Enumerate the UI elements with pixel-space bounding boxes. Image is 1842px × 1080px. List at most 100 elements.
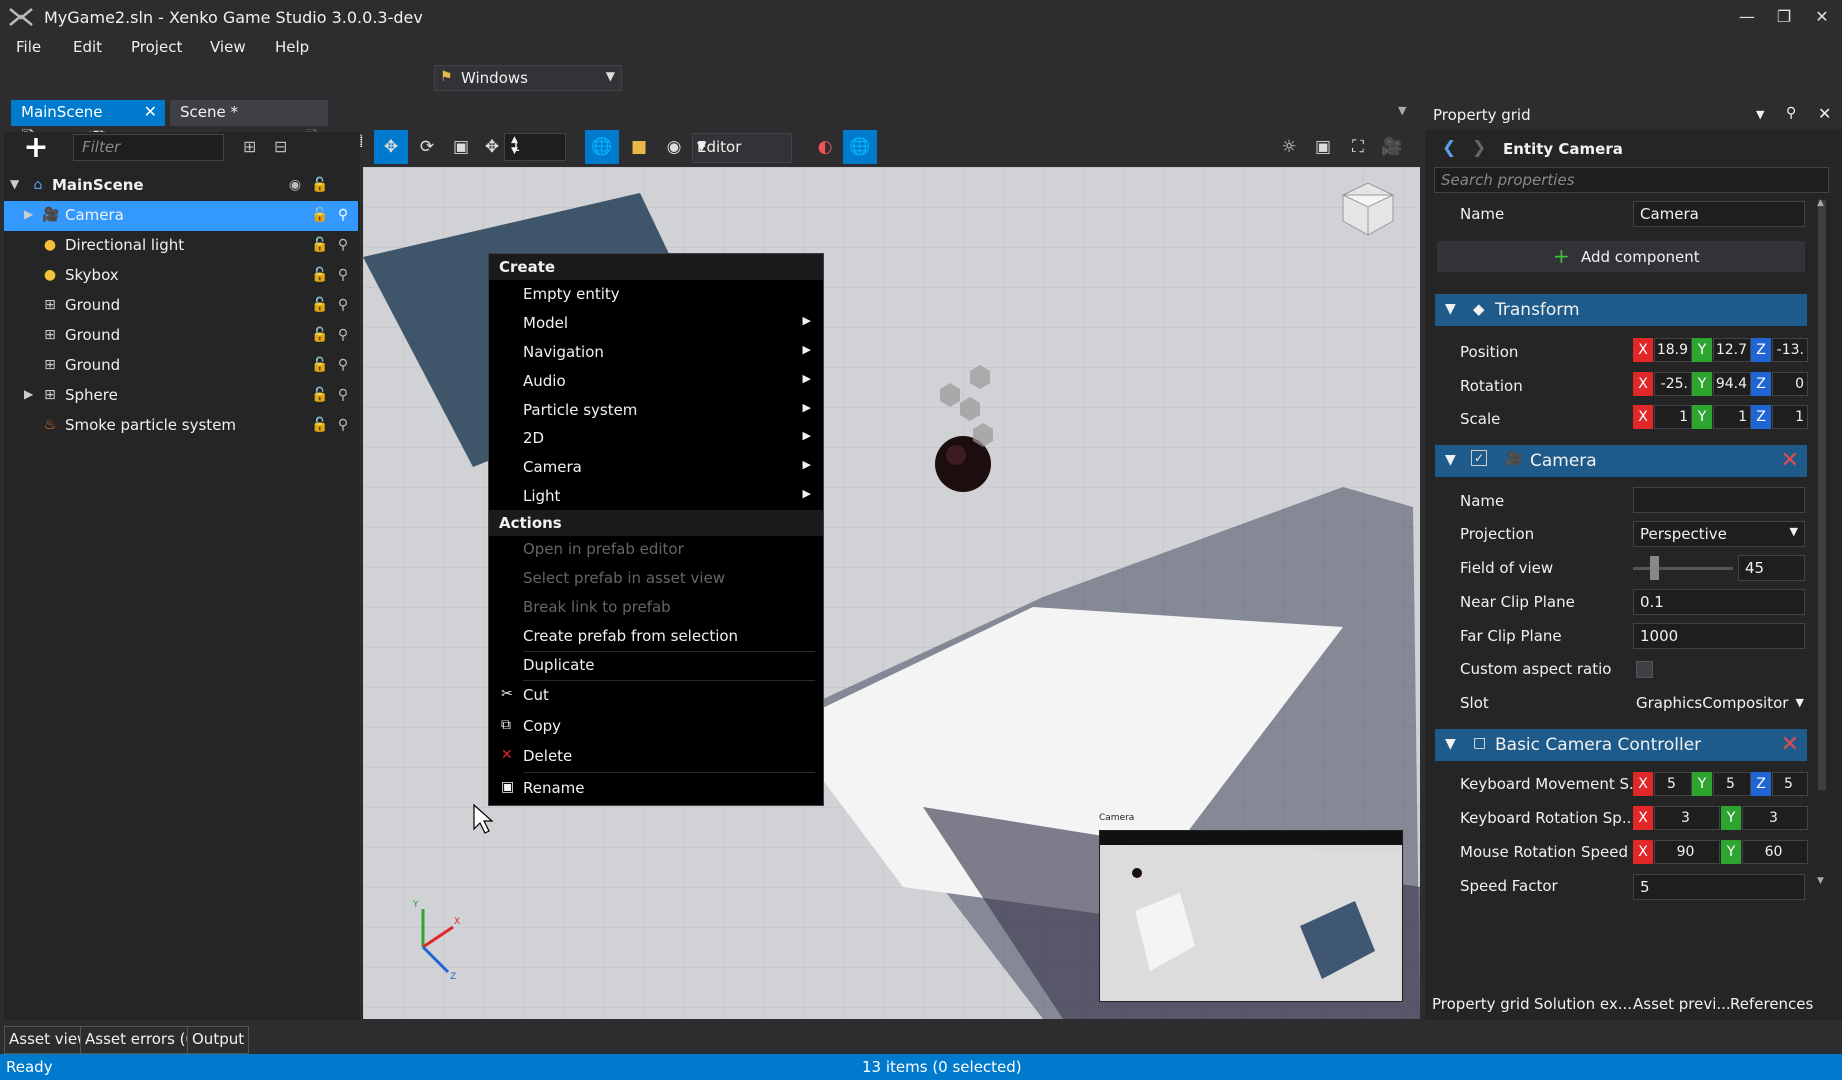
- menu-item-light[interactable]: Light ▶: [489, 484, 823, 510]
- camera-name-input[interactable]: [1633, 487, 1805, 513]
- tree-item-sphere[interactable]: ▶ ⊞ Sphere 🔓 ⚲: [4, 381, 358, 411]
- lock-icon[interactable]: 🔓: [311, 356, 329, 374]
- property-grid-scrollbar[interactable]: [1818, 200, 1826, 790]
- world-space-icon[interactable]: 🌐: [585, 130, 619, 164]
- search-icon[interactable]: ⚲: [334, 386, 352, 404]
- filter-input[interactable]: Filter: [73, 134, 224, 161]
- collapse-all-icon[interactable]: ⊟: [274, 137, 287, 156]
- menu-item-cut[interactable]: ✂ Cut: [489, 683, 823, 709]
- search-icon[interactable]: ⚲: [334, 326, 352, 344]
- lock-icon[interactable]: 🔓: [311, 236, 329, 254]
- camera-section-header[interactable]: ▼ ✓ 🎥 Camera ✕: [1435, 445, 1807, 477]
- translate-icon[interactable]: ✥: [374, 130, 408, 164]
- tree-item-ground[interactable]: ⊞ Ground 🔓 ⚲: [4, 351, 358, 381]
- controller-section-header[interactable]: ▼ □ Basic Camera Controller ✕: [1435, 729, 1807, 761]
- search-icon[interactable]: ⚲: [334, 416, 352, 434]
- aspect-ratio-checkbox[interactable]: [1636, 661, 1653, 678]
- grid-icon[interactable]: 🌐: [843, 130, 877, 164]
- visibility-icon[interactable]: ◉: [657, 130, 691, 164]
- name-input[interactable]: Camera: [1633, 201, 1805, 227]
- snap-value-stepper[interactable]: 1 ▲ ▼: [504, 133, 566, 161]
- menu-project[interactable]: Project: [131, 38, 182, 56]
- forward-icon[interactable]: ❯: [1472, 138, 1486, 158]
- close-panel-icon[interactable]: ✕: [1818, 104, 1831, 123]
- far-clip-input[interactable]: 1000: [1633, 623, 1805, 649]
- scroll-up-icon[interactable]: ▲: [1817, 198, 1824, 208]
- menu-item-2d[interactable]: 2D ▶: [489, 426, 823, 452]
- keyboard-movement-vector[interactable]: X5 Y5 Z5: [1633, 772, 1808, 796]
- camera-settings-icon[interactable]: 🎥: [1375, 130, 1409, 164]
- add-component-button[interactable]: + Add component: [1437, 241, 1805, 272]
- back-icon[interactable]: ❮: [1442, 138, 1456, 158]
- position-vector[interactable]: X 18.9 Y 12.7 Z -13.: [1633, 338, 1808, 362]
- fov-slider-thumb[interactable]: [1650, 556, 1659, 580]
- slot-select[interactable]: GraphicsCompositor ▼: [1636, 694, 1806, 718]
- lock-icon[interactable]: 🔓: [311, 206, 329, 224]
- menu-item-camera[interactable]: Camera ▶: [489, 455, 823, 481]
- fov-slider-track[interactable]: [1633, 567, 1733, 570]
- menu-item-particle-system[interactable]: Particle system ▶: [489, 398, 823, 424]
- render-mode-icon[interactable]: ◐: [808, 130, 842, 164]
- tab-property-grid[interactable]: Property grid: [1432, 995, 1530, 1013]
- near-clip-input[interactable]: 0.1: [1633, 589, 1805, 615]
- search-icon[interactable]: ⚲: [334, 266, 352, 284]
- tab-mainscene[interactable]: MainScene ✕: [11, 100, 165, 126]
- menu-item-empty-entity[interactable]: Empty entity: [489, 282, 823, 308]
- chevron-right-icon[interactable]: ▶: [24, 387, 33, 401]
- tree-item-camera[interactable]: ▶ 🎥 Camera 🔓 ⚲: [4, 201, 358, 231]
- menu-item-delete[interactable]: ✕ Delete: [489, 744, 823, 770]
- search-icon[interactable]: ⚲: [334, 296, 352, 314]
- rotate-icon[interactable]: ⟳: [410, 130, 444, 164]
- menu-item-audio[interactable]: Audio ▶: [489, 369, 823, 395]
- close-window-icon[interactable]: ✕: [1806, 4, 1838, 30]
- menu-item-navigation[interactable]: Navigation ▶: [489, 340, 823, 366]
- tree-item-directional-light[interactable]: ● Directional light 🔓 ⚲: [4, 231, 358, 261]
- screenshot-icon[interactable]: ▣: [1306, 130, 1340, 164]
- lock-icon[interactable]: 🔓: [311, 386, 329, 404]
- projection-select[interactable]: Perspective ▼: [1633, 521, 1805, 547]
- tab-overflow-icon[interactable]: ▼: [1398, 104, 1406, 117]
- search-icon[interactable]: ⚲: [334, 206, 352, 224]
- lock-icon[interactable]: 🔓: [311, 296, 329, 314]
- menu-item-create-prefab[interactable]: Create prefab from selection: [489, 624, 823, 650]
- stepper-arrows-icon[interactable]: ▲ ▼: [511, 135, 561, 157]
- camera-mode-select[interactable]: Editor ▼: [692, 133, 792, 163]
- mouse-rotation-vector[interactable]: X 90 Y 60: [1633, 840, 1808, 864]
- menu-item-duplicate[interactable]: Duplicate: [489, 653, 823, 679]
- fov-input[interactable]: 45: [1738, 555, 1805, 581]
- search-icon[interactable]: ⚲: [334, 236, 352, 254]
- menu-file[interactable]: File: [16, 38, 41, 56]
- tab-scene[interactable]: Scene *: [170, 100, 328, 126]
- eye-icon[interactable]: ◉: [286, 176, 304, 194]
- transform-section-header[interactable]: ▼ ◆ Transform: [1435, 294, 1807, 326]
- fit-view-icon[interactable]: ⛶: [1341, 130, 1375, 164]
- scroll-down-icon[interactable]: ▼: [1817, 876, 1824, 886]
- menu-edit[interactable]: Edit: [73, 38, 102, 56]
- tab-solution-explorer[interactable]: Solution ex...: [1534, 995, 1632, 1013]
- lock-icon[interactable]: 🔓: [311, 416, 329, 434]
- scale-vector[interactable]: X1 Y1 Z1: [1633, 405, 1808, 429]
- tab-references[interactable]: References: [1730, 995, 1813, 1013]
- tree-item-smoke-particle-system[interactable]: ♨ Smoke particle system 🔓 ⚲: [4, 411, 358, 441]
- menu-item-rename[interactable]: ▣ Rename: [489, 776, 823, 802]
- close-tab-icon[interactable]: ✕: [144, 102, 157, 121]
- menu-view[interactable]: View: [210, 38, 246, 56]
- add-entity-button[interactable]: +: [22, 133, 50, 163]
- tree-item-ground[interactable]: ⊞ Ground 🔓 ⚲: [4, 321, 358, 351]
- platform-select[interactable]: ⚑ Windows ▼: [434, 65, 622, 91]
- speed-factor-input[interactable]: 5: [1633, 874, 1805, 900]
- rotation-vector[interactable]: X -25. Y 94.4 Z0: [1633, 372, 1808, 396]
- expand-all-icon[interactable]: ⊞: [243, 137, 256, 156]
- search-icon[interactable]: ⚲: [334, 356, 352, 374]
- chevron-down-icon[interactable]: ▼: [1756, 108, 1764, 121]
- pin-icon[interactable]: ⚲: [1786, 105, 1796, 121]
- light-gizmo-icon[interactable]: ☼: [1272, 130, 1306, 164]
- menu-item-model[interactable]: Model ▶: [489, 311, 823, 337]
- menu-help[interactable]: Help: [275, 38, 309, 56]
- tab-output[interactable]: Output: [187, 1026, 250, 1054]
- tab-asset-preview[interactable]: Asset previ...: [1633, 995, 1731, 1013]
- chevron-down-icon[interactable]: ▼: [10, 177, 19, 191]
- chevron-right-icon[interactable]: ▶: [24, 207, 33, 221]
- restore-icon[interactable]: ❐: [1768, 4, 1800, 30]
- minimize-icon[interactable]: —: [1731, 4, 1763, 30]
